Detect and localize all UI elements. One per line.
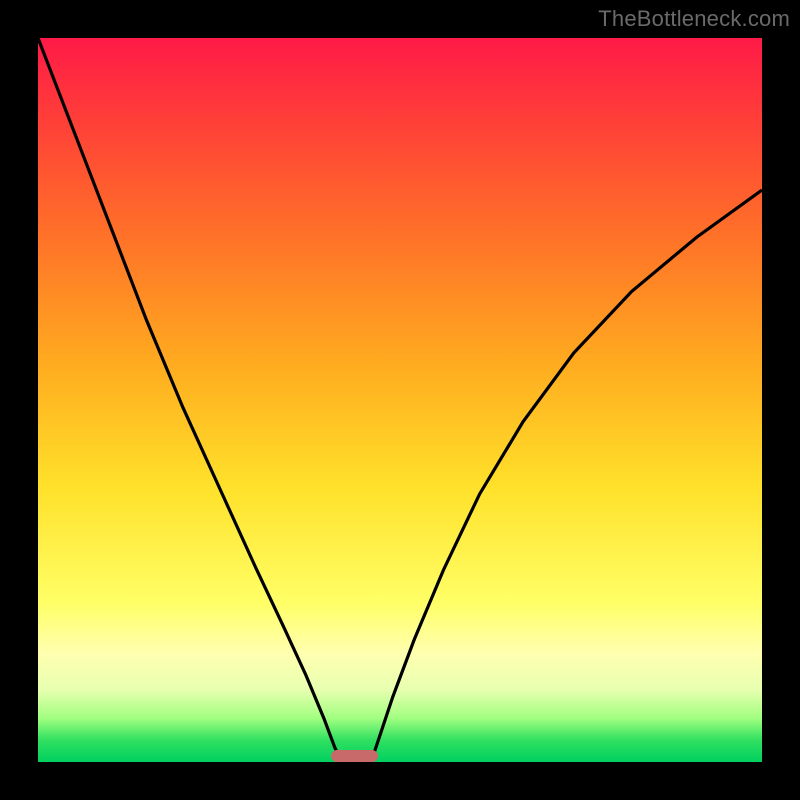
chart-frame: TheBottleneck.com [0,0,800,800]
chart-curves [38,38,762,762]
watermark-text: TheBottleneck.com [598,6,790,32]
chart-plot-area [38,38,762,762]
right-curve [371,190,762,762]
bottleneck-marker [331,750,378,762]
left-curve [38,38,342,762]
